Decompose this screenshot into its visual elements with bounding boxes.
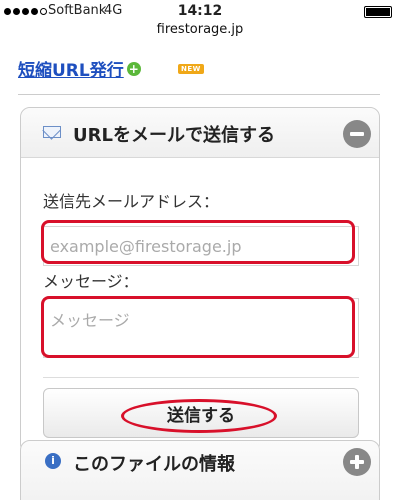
info-icon: i xyxy=(45,453,61,469)
email-field[interactable] xyxy=(44,227,358,265)
address-bar[interactable]: firestorage.jp xyxy=(0,22,400,37)
short-url-link[interactable]: 短縮URL発行 xyxy=(18,56,124,81)
minus-circle-icon[interactable] xyxy=(343,120,371,148)
new-badge: NEW xyxy=(178,64,204,74)
send-button[interactable]: 送信する xyxy=(43,388,359,438)
mail-panel: URLをメールで送信する 送信先メールアドレス： メッセージ： 送信する xyxy=(20,107,380,454)
envelope-icon xyxy=(43,126,61,138)
mail-panel-title: URLをメールで送信する xyxy=(73,125,275,146)
mail-panel-header[interactable]: URLをメールで送信する xyxy=(21,108,379,158)
message-field[interactable] xyxy=(44,299,358,357)
divider xyxy=(18,94,380,95)
file-info-panel[interactable]: i このファイルの情報 xyxy=(20,440,380,500)
status-time: 14:12 xyxy=(177,3,223,19)
plus-circle-green-icon[interactable]: + xyxy=(126,61,141,76)
message-label: メッセージ： xyxy=(43,272,139,291)
short-url-row: 短縮URL発行 + xyxy=(18,56,141,81)
email-label: 送信先メールアドレス： xyxy=(43,192,220,211)
battery-icon xyxy=(364,6,392,18)
status-bar: SoftBank 4G 14:12 xyxy=(0,0,400,22)
email-field-box xyxy=(43,226,359,266)
plus-circle-icon[interactable] xyxy=(343,448,371,476)
file-info-title: このファイルの情報 xyxy=(73,454,235,475)
divider xyxy=(43,377,359,378)
message-field-box xyxy=(43,298,359,358)
